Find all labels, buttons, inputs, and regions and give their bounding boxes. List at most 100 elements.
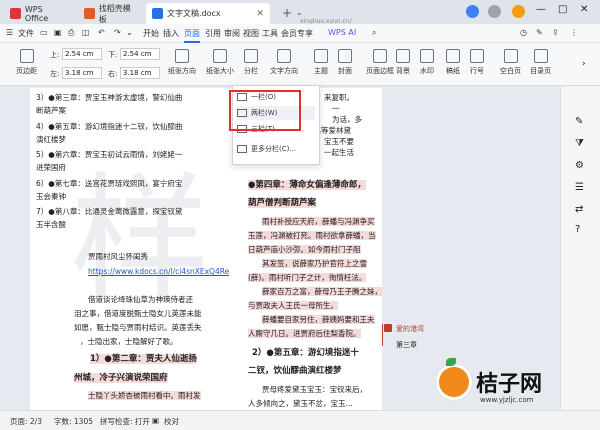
- manuscript-icon: [446, 49, 460, 63]
- toc-page-button[interactable]: 目录页: [530, 49, 551, 76]
- blank-page-button[interactable]: 空白页: [500, 49, 521, 76]
- chapter-heading: 州城，冷子兴演说荣国府: [74, 373, 168, 383]
- more-icon[interactable]: ⌄: [126, 28, 133, 37]
- highlight-box: [229, 90, 301, 131]
- paragraph-line: 其发签，说薛家乃护官符上之雪: [262, 259, 367, 268]
- menu-view[interactable]: 视图: [243, 28, 259, 39]
- save-icon[interactable]: ▣: [54, 28, 62, 37]
- toc-line: 7）●第八章：比通灵金莺微露意，探宝钗黛: [36, 207, 183, 216]
- paragraph-line: 人厮守几日。进贾府后住梨香院。: [248, 329, 361, 338]
- margin-left-label: 左:: [50, 70, 60, 78]
- menu-tools[interactable]: 工具: [262, 28, 278, 39]
- template-icon: [84, 8, 95, 19]
- toc-line: 6）●第七章：送宫花贾琏戏熙凤，宴宁府宝: [36, 179, 183, 188]
- watermark-button[interactable]: 水印: [420, 49, 434, 76]
- menu-member[interactable]: 会员专享: [281, 28, 313, 39]
- spell-check[interactable]: 拼写检查: 打开: [100, 416, 150, 427]
- menu-page[interactable]: 页面: [184, 28, 200, 43]
- menu-start[interactable]: 开始: [143, 28, 159, 39]
- comment-connector: [382, 324, 383, 346]
- close-window-button[interactable]: ✕: [580, 4, 588, 15]
- margin-right-input[interactable]: 3.18 cm: [120, 67, 160, 79]
- print-icon[interactable]: ⎙: [68, 28, 74, 38]
- columns-button[interactable]: 分栏: [244, 49, 258, 76]
- help-icon[interactable]: ?: [575, 224, 580, 235]
- margin-bottom-input[interactable]: 2.54 cm: [120, 48, 160, 60]
- more-options-icon[interactable]: ⋮: [570, 28, 578, 37]
- edit-mode-icon[interactable]: ✎: [536, 28, 543, 37]
- menu-review[interactable]: 审阅: [224, 28, 240, 39]
- search-icon[interactable]: ⌕: [372, 28, 376, 38]
- filter-icon[interactable]: ⧩: [575, 138, 584, 149]
- paragraph-line: (薛)。雨村听门子之计，徇情枉法。: [248, 273, 367, 282]
- page-count[interactable]: 页面: 2/3: [10, 416, 42, 427]
- text-direction-button[interactable]: 文字方向: [270, 49, 298, 76]
- paragraph-line: 薛家百万之富，薛母乃王子腾之妹，: [262, 287, 382, 296]
- manuscript-button[interactable]: 稿纸: [446, 49, 460, 76]
- menu-reference[interactable]: 引用: [205, 28, 221, 39]
- right-side-panel: ✎ ⧩ ⚙ ☰ ⇄ ?: [560, 86, 600, 410]
- paragraph-line: 士隐丫头娇杏被雨村看中。雨村发: [88, 391, 201, 400]
- text-direction-icon: [277, 49, 291, 63]
- menu-wps-ai[interactable]: WPS AI: [328, 28, 356, 37]
- user-avatar[interactable]: [512, 5, 525, 18]
- maximize-button[interactable]: □: [558, 4, 567, 15]
- preview-icon[interactable]: ◫: [82, 28, 90, 37]
- undo-icon[interactable]: ↶: [98, 28, 105, 37]
- page-margins-button[interactable]: 页边距: [16, 49, 37, 76]
- margin-left-input[interactable]: 3.18 cm: [62, 67, 102, 79]
- theme-icon: [314, 49, 328, 63]
- toc-line: 演红楼梦: [36, 135, 66, 144]
- theme-button[interactable]: 主题: [314, 49, 328, 76]
- paragraph-line: 一: [332, 104, 340, 113]
- tab-list-chevron-icon[interactable]: ⌄: [296, 8, 303, 17]
- notification-icon[interactable]: ◷: [520, 28, 527, 37]
- toc-line: 断葫芦案: [36, 106, 66, 115]
- minimize-button[interactable]: —: [536, 4, 546, 15]
- page-border-button[interactable]: 页面边框: [366, 49, 394, 76]
- menu-insert[interactable]: 插入: [163, 28, 179, 39]
- tab-document[interactable]: 文字文稿.docx ✕: [146, 3, 270, 24]
- window-icon[interactable]: [466, 5, 479, 18]
- tab-templates[interactable]: 找稻壳模板: [78, 3, 144, 24]
- pen-icon[interactable]: ✎: [575, 116, 583, 127]
- orientation-icon: [175, 49, 189, 63]
- folder-icon[interactable]: ▭: [40, 28, 48, 37]
- margin-top-input[interactable]: 2.54 cm: [62, 48, 102, 60]
- settings-icon[interactable]: ⚙: [575, 160, 584, 171]
- word-count[interactable]: 字数: 1305: [54, 416, 93, 427]
- paragraph-line: ，士隐出家，士隐解好了歌。: [80, 337, 178, 346]
- document-link[interactable]: https://www.kdocs.cn/l/ci4snXExQ4Re: [88, 266, 240, 278]
- hamburger-icon[interactable]: ☰: [6, 28, 13, 37]
- proofread[interactable]: 校对: [164, 416, 179, 427]
- more-columns-icon: [237, 145, 247, 153]
- line-number-button[interactable]: 行号: [470, 49, 484, 76]
- orientation-button[interactable]: 纸张方向: [168, 49, 196, 76]
- ribbon-scroll-right-icon[interactable]: ›: [582, 59, 586, 69]
- redo-icon[interactable]: ↷: [114, 28, 121, 37]
- chapter-heading: ●第四章：薄命女偏逢薄命郎，: [248, 180, 366, 190]
- margin-bottom-label: 下:: [108, 51, 118, 59]
- translate-icon[interactable]: ⇄: [575, 204, 583, 215]
- share-icon[interactable]: ⇪: [552, 28, 559, 37]
- paragraph-line: 一起生活: [324, 148, 354, 157]
- paper-size-button[interactable]: 纸张大小: [206, 49, 234, 76]
- new-tab-button[interactable]: +: [282, 6, 292, 20]
- comment-balloon[interactable]: 爱的港湾 第三章: [384, 324, 446, 356]
- chapter-heading: 葫芦僧判断葫芦案: [248, 198, 317, 208]
- close-tab-icon[interactable]: ✕: [256, 9, 264, 19]
- menu-file[interactable]: 文件: [18, 28, 34, 39]
- logo-url: www.yjzljc.com: [480, 396, 534, 404]
- document-icon: [152, 8, 163, 19]
- avatar[interactable]: [488, 5, 501, 18]
- page-left-column[interactable]: 样 3）●第三章：贾宝玉神游太虚境，警幻仙曲 断葫芦案 4）●第五章：游幻境指迷…: [30, 88, 240, 410]
- page-border-icon: [373, 49, 387, 63]
- layout-icon[interactable]: ☰: [575, 182, 584, 193]
- background-button[interactable]: 背景: [396, 49, 410, 76]
- watermark-icon: [420, 49, 434, 63]
- chapter-heading: 2）●第五章：游幻境指迷十: [252, 348, 359, 358]
- menu-item-more-columns[interactable]: 更多分栏(C)...: [237, 142, 315, 156]
- cover-button[interactable]: 封面: [338, 49, 352, 76]
- proofread-icon[interactable]: ▣: [152, 416, 159, 425]
- tab-wps-office[interactable]: WPS Office: [4, 3, 74, 24]
